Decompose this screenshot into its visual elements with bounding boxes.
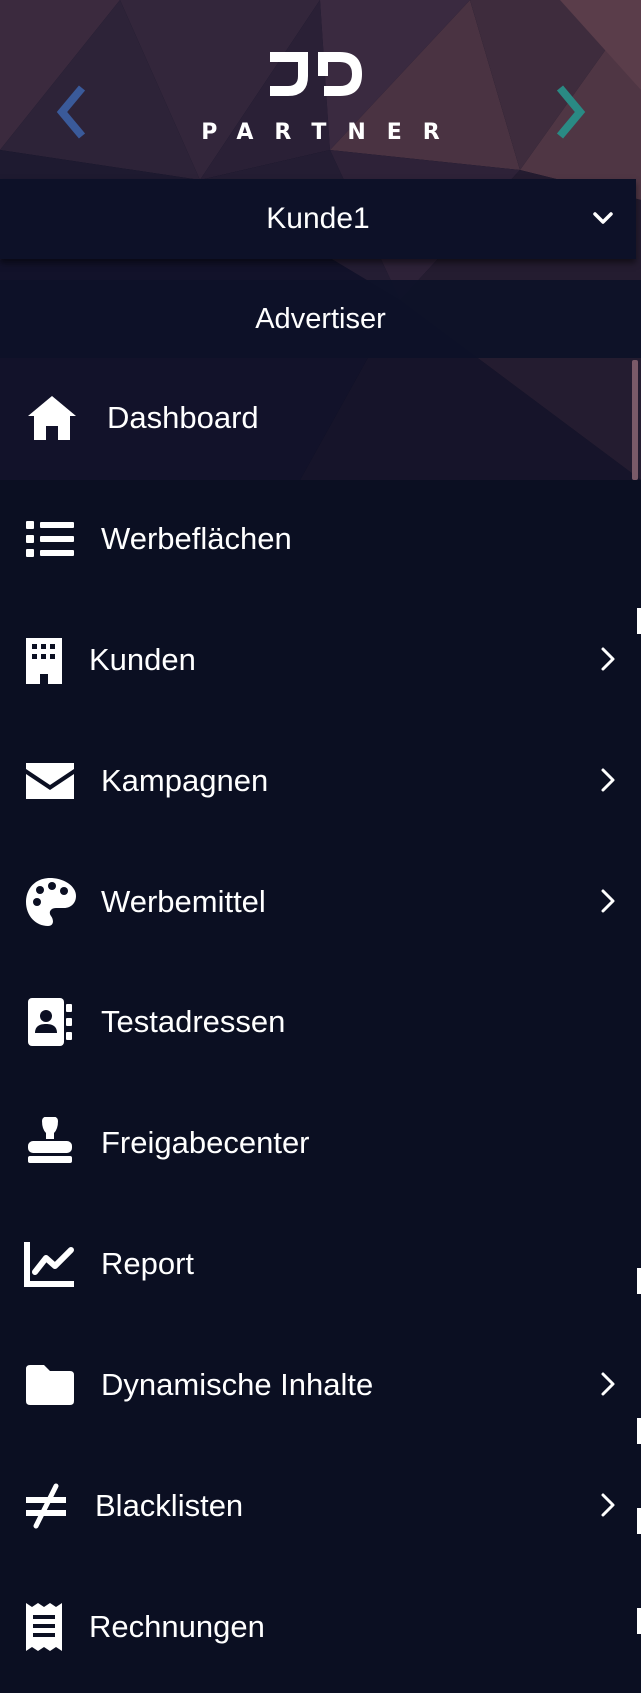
palette-icon <box>24 876 80 928</box>
chart-line-icon <box>24 1238 80 1290</box>
logo-icon <box>268 50 364 98</box>
menu-item-kunden[interactable]: Kunden <box>0 604 641 725</box>
menu-item-label: Freigabecenter <box>101 1125 310 1161</box>
menu-item-werbeflaechen[interactable]: Werbeflächen <box>0 483 641 604</box>
main-menu: Dashboard Werbeflächen Kunden Kampagnen … <box>0 362 641 1692</box>
logo-area: PARTNER <box>0 0 641 175</box>
chevron-right-icon <box>556 85 586 139</box>
menu-item-label: Testadressen <box>101 1004 286 1040</box>
menu-item-label: Dynamische Inhalte <box>101 1367 374 1403</box>
menu-item-label: Kampagnen <box>101 762 269 798</box>
role-label-box: Advertiser <box>0 280 641 358</box>
building-icon <box>24 634 80 686</box>
menu-item-dashboard[interactable]: Dashboard <box>0 362 641 483</box>
menu-item-kampagnen[interactable]: Kampagnen <box>0 725 641 846</box>
chevron-right-icon <box>601 889 615 913</box>
menu-item-report[interactable]: Report <box>0 1208 641 1329</box>
menu-item-rechnungen[interactable]: Rechnungen <box>0 1571 641 1692</box>
receipt-icon <box>24 1601 80 1653</box>
role-label: Advertiser <box>255 302 386 335</box>
menu-item-label: Blacklisten <box>95 1488 244 1524</box>
menu-item-blacklisten[interactable]: Blacklisten <box>0 1450 641 1571</box>
menu-item-label: Report <box>101 1246 195 1282</box>
next-button[interactable] <box>548 80 592 144</box>
not-equal-icon <box>24 1480 80 1532</box>
menu-item-label: Dashboard <box>107 400 259 435</box>
menu-item-label: Werbemittel <box>101 883 266 919</box>
sidebar: PARTNER Kunde1 Advertiser Dashboard Werb… <box>0 0 641 1693</box>
menu-item-label: Rechnungen <box>89 1608 265 1644</box>
menu-item-label: Werbeflächen <box>101 520 292 556</box>
list-icon <box>24 513 80 565</box>
envelope-icon <box>24 755 80 807</box>
folder-icon <box>24 1359 80 1411</box>
client-select[interactable]: Kunde1 <box>0 179 636 259</box>
menu-item-label: Kunden <box>89 641 196 677</box>
chevron-down-icon <box>593 212 613 224</box>
logo-text: PARTNER <box>201 120 461 145</box>
client-select-value: Kunde1 <box>266 202 370 235</box>
chevron-right-icon <box>601 647 615 671</box>
chevron-right-icon <box>601 1372 615 1396</box>
stamp-icon <box>24 1117 80 1169</box>
home-icon <box>24 392 80 444</box>
chevron-right-icon <box>601 768 615 792</box>
menu-item-dynamische-inhalte[interactable]: Dynamische Inhalte <box>0 1329 641 1450</box>
menu-item-werbemittel[interactable]: Werbemittel <box>0 846 641 967</box>
menu-item-freigabecenter[interactable]: Freigabecenter <box>0 1087 641 1208</box>
menu-item-testadressen[interactable]: Testadressen <box>0 966 641 1087</box>
chevron-right-icon <box>601 1493 615 1517</box>
address-book-icon <box>24 996 80 1048</box>
